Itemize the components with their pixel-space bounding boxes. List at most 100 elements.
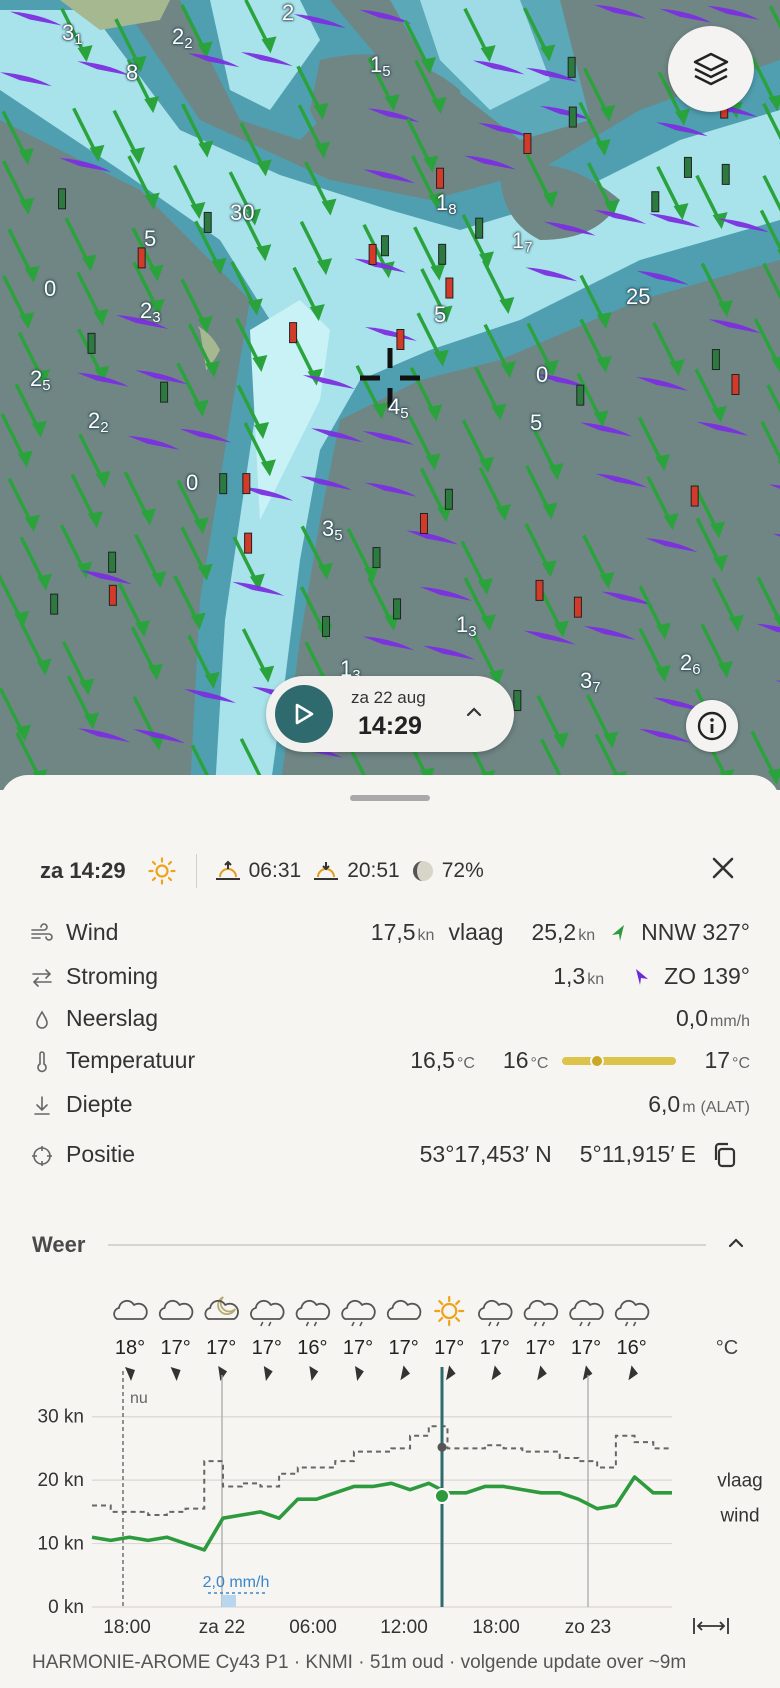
depth-sounding-label: 25 xyxy=(626,284,651,309)
x-tick-label: 18:00 xyxy=(472,1617,520,1638)
sunrise-time: 06:31 xyxy=(248,859,302,882)
depth-sounding-label: 26 xyxy=(680,650,701,678)
latitude-hemisphere: N xyxy=(535,1141,552,1167)
forecast-wind-direction-icon xyxy=(446,1365,456,1381)
sunrise-icon xyxy=(215,860,240,880)
forecast-wind-direction-icon xyxy=(309,1365,319,1382)
depth-row: Diepte 6,0 m (ALAT) xyxy=(30,1088,750,1122)
buoy-marker xyxy=(219,473,228,495)
temperature-row: Temperatuur 16,5 °C 16 °C 17 °C xyxy=(30,1044,750,1078)
sun-icon xyxy=(434,1295,465,1327)
layers-button[interactable] xyxy=(668,26,754,112)
depth-label: Diepte xyxy=(66,1091,133,1117)
fit-width-icon[interactable] xyxy=(693,1618,729,1634)
buoy-marker xyxy=(380,235,389,257)
buoy-marker xyxy=(567,56,576,78)
buoy-marker xyxy=(108,584,117,606)
gust-cursor-point xyxy=(437,1442,447,1452)
buoy-marker xyxy=(690,485,699,507)
cloud-moon-icon xyxy=(204,1296,239,1320)
rain-unit: mm/h xyxy=(710,1013,750,1030)
cloud-rain-icon xyxy=(523,1299,559,1327)
buoy-marker xyxy=(438,243,447,265)
forecast-temperature: 17° xyxy=(160,1337,190,1359)
wind-direction-arrow-icon xyxy=(612,924,625,941)
forecast-temperature: 17° xyxy=(525,1337,555,1359)
depth-sounding-label: 13 xyxy=(456,612,477,640)
series-label: wind xyxy=(719,1505,759,1526)
chevron-up-icon[interactable] xyxy=(462,700,486,724)
time-control-date: za 22 aug xyxy=(351,688,426,707)
time-control[interactable]: za 22 aug 14:29 xyxy=(266,676,514,752)
depth-sounding-label: 37 xyxy=(580,668,601,696)
buoy-marker xyxy=(87,332,96,354)
buoy-marker xyxy=(50,593,59,615)
depth-sounding-label: 5 xyxy=(530,410,543,435)
y-tick-label: 10 kn xyxy=(38,1534,84,1555)
y-tick-label: 20 kn xyxy=(38,1470,84,1491)
cloud-rain-icon xyxy=(614,1299,650,1327)
cloud-rain-icon xyxy=(569,1299,604,1327)
sheet-drag-handle[interactable] xyxy=(350,795,430,801)
position-row: Positie 53°17,453′ N 5°11,915′ E xyxy=(30,1138,750,1172)
forecast-temperature: 17° xyxy=(434,1337,464,1359)
current-speed: 1,3 xyxy=(553,963,586,989)
buoy-marker xyxy=(576,384,585,406)
info-icon xyxy=(697,711,727,741)
depth-sounding-label: 22 xyxy=(88,408,109,436)
swap-arrows-icon xyxy=(32,969,52,987)
forecast-wind-direction-icon xyxy=(400,1365,410,1381)
wind-speed: 17,5 xyxy=(370,919,416,945)
forecast-temperature: 17° xyxy=(480,1337,510,1359)
buoy-marker xyxy=(58,188,67,210)
forecast-temperature: 17° xyxy=(388,1337,418,1359)
y-tick-label: 0 kn xyxy=(48,1597,84,1618)
buoy-marker xyxy=(573,596,582,618)
temperature-value: 16,5 xyxy=(410,1047,455,1073)
gust-label: vlaag xyxy=(448,919,504,945)
x-tick-label: zo 23 xyxy=(565,1617,611,1638)
temperature-min: 16 xyxy=(502,1047,529,1073)
info-button[interactable] xyxy=(686,700,738,752)
rain-value: 0,0 xyxy=(676,1005,708,1031)
copy-icon[interactable] xyxy=(710,1141,740,1169)
time-control-time: 14:29 xyxy=(358,712,422,740)
forecast-temperature: 17° xyxy=(343,1337,373,1359)
model-source-footer: HARMONIE-AROME Cy43 P1 · KNMI · 51m oud … xyxy=(32,1652,687,1673)
play-button[interactable] xyxy=(275,685,333,743)
sunset-icon xyxy=(314,862,339,880)
rain-label: 2,0 mm/h xyxy=(203,1574,270,1591)
chevron-up-icon[interactable] xyxy=(725,1232,747,1254)
depth-sounding-label: 5 xyxy=(144,226,157,251)
buoy-marker xyxy=(568,106,577,128)
thermometer-icon xyxy=(37,1051,47,1073)
buoy-marker xyxy=(535,579,544,601)
forecast-temperature: 17° xyxy=(206,1337,236,1359)
depth-value: 6,0 xyxy=(648,1091,681,1117)
section-divider xyxy=(108,1244,706,1246)
chart-map[interactable]: 3122151817232522453513372613055085023025… xyxy=(0,0,780,790)
wind-cursor-point xyxy=(434,1488,450,1504)
close-icon[interactable] xyxy=(710,855,736,881)
longitude-hemisphere: E xyxy=(680,1141,696,1167)
current-direction-arrow-icon xyxy=(636,968,649,985)
cloud-rain-icon xyxy=(478,1299,513,1327)
depth-sounding-label: 8 xyxy=(126,60,139,85)
depth-sounding-label: 0 xyxy=(44,276,57,301)
depth-sounding-label: 5 xyxy=(434,302,447,327)
depth-sounding-label: 23 xyxy=(140,298,161,326)
summary-divider xyxy=(195,854,197,888)
buoy-marker xyxy=(289,322,298,344)
gust-speed: 25,2 xyxy=(531,919,577,945)
depth-reference: (ALAT) xyxy=(700,1099,750,1116)
current-row: Stroming 1,3 kn ZO 139° xyxy=(30,960,750,994)
weather-forecast-chart[interactable]: 18° 17° 17° 17° 16° 17° 17° 17° 17° 17° 17° 16° °C … xyxy=(0,1285,780,1665)
depth-sounding-label: 17 xyxy=(512,228,533,256)
depth-sounding-label: 0 xyxy=(186,470,199,495)
forecast-wind-direction-icon xyxy=(628,1365,638,1381)
buoy-marker xyxy=(368,243,377,265)
now-label: nu xyxy=(130,1390,148,1407)
cloud-rain-icon xyxy=(250,1299,285,1327)
cloud-icon xyxy=(113,1299,148,1320)
summary-bar: za 14:29 06:31 20:51 72% xyxy=(40,853,496,889)
